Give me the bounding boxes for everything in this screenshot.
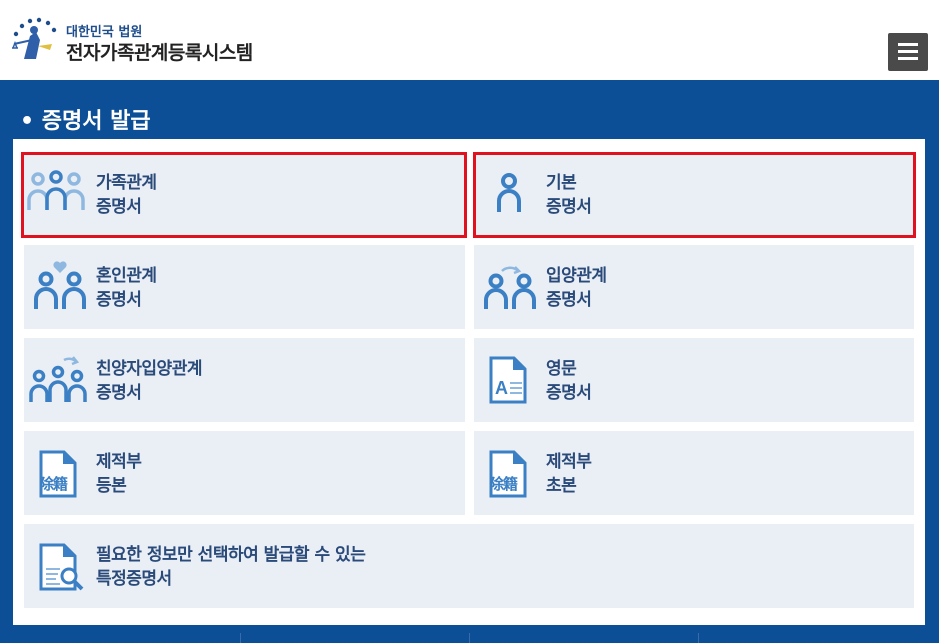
card-label-line1: 입양관계 xyxy=(546,266,607,286)
couple-heart-icon xyxy=(34,261,86,309)
card-label-line2: 특정증명서 xyxy=(96,569,172,589)
card-english-certificate[interactable]: A 영문 증명서 xyxy=(474,338,914,422)
card-removed-register-extract[interactable]: 除籍 제적부 초본 xyxy=(474,431,914,515)
menu-button[interactable] xyxy=(888,33,928,71)
family-adoption-icon xyxy=(29,356,87,402)
footer-divider xyxy=(469,633,470,643)
card-label-line1: 영문 xyxy=(546,359,577,379)
adoption-icon xyxy=(484,266,536,309)
card-label-line2: 증명서 xyxy=(546,383,592,403)
card-label-line2: 증명서 xyxy=(96,383,142,403)
court-logo-icon xyxy=(12,17,57,59)
card-marriage-relation-certificate[interactable]: 혼인관계 증명서 xyxy=(24,245,465,329)
highlight-box xyxy=(21,152,467,238)
card-label-line1: 제적부 xyxy=(96,452,142,472)
removed-register-icon-text: 除籍 xyxy=(489,475,518,493)
card-specific-certificate[interactable]: 필요한 정보만 선택하여 발급할 수 있는 특정증명서 xyxy=(24,524,914,608)
header: 대한민국 법원 전자가족관계등록시스템 xyxy=(0,0,939,80)
card-label-line1: 필요한 정보만 선택하여 발급할 수 있는 xyxy=(96,545,366,565)
system-title[interactable]: 전자가족관계등록시스템 xyxy=(66,38,253,65)
card-label-line2: 증명서 xyxy=(546,290,592,310)
footer-divider xyxy=(240,633,241,643)
card-label-line1: 친양자입양관계 xyxy=(96,359,202,379)
svg-text:A: A xyxy=(495,378,508,398)
footer-divider xyxy=(698,633,699,643)
hamburger-icon xyxy=(898,43,918,46)
highlight-box xyxy=(473,152,916,238)
document-search-icon xyxy=(39,543,84,591)
card-full-adoption-relation-certificate[interactable]: 친양자입양관계 증명서 xyxy=(24,338,465,422)
section-title: • 증명서 발급 xyxy=(20,109,151,134)
card-label-line2: 초본 xyxy=(546,476,577,496)
card-label-line1: 혼인관계 xyxy=(96,266,157,286)
card-label-line2: 등본 xyxy=(96,476,127,496)
card-label-line1: 제적부 xyxy=(546,452,592,472)
removed-register-icon-text: 除籍 xyxy=(39,475,68,493)
card-label-line2: 증명서 xyxy=(96,290,142,310)
card-adoption-relation-certificate[interactable]: 입양관계 증명서 xyxy=(474,245,914,329)
card-removed-register-full-copy[interactable]: 除籍 제적부 등본 xyxy=(24,431,465,515)
english-document-icon: A xyxy=(489,356,527,404)
